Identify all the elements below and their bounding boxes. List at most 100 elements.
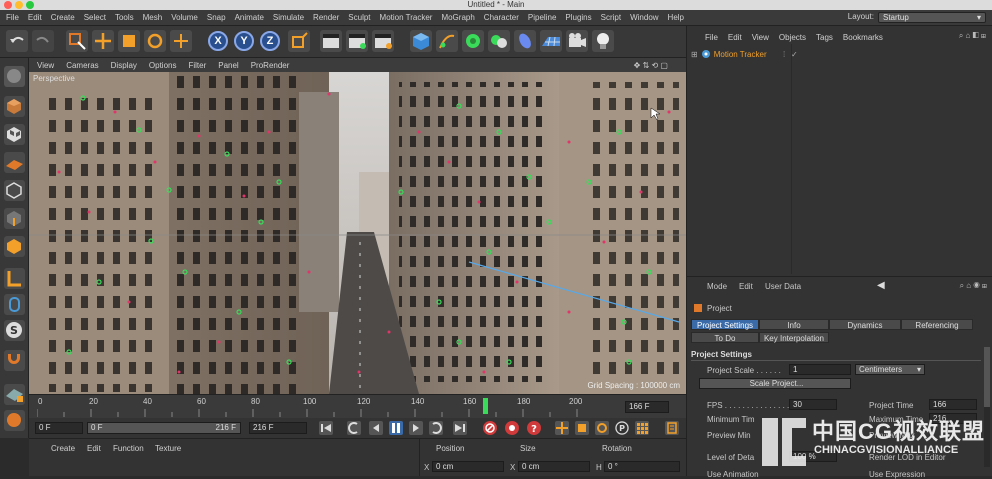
x-size-field[interactable]: 0 cm	[518, 461, 590, 472]
perspective-viewport[interactable]: Perspective Grid Spacing : 100000 cm	[29, 72, 686, 394]
texture-mode-button[interactable]	[4, 124, 25, 145]
edges-mode-button[interactable]	[4, 208, 25, 229]
menu-mograph[interactable]: MoGraph	[441, 13, 474, 22]
record-point-level-button[interactable]	[635, 421, 649, 435]
menu-sculpt[interactable]: Sculpt	[348, 13, 370, 22]
play-pause-button[interactable]	[389, 421, 403, 435]
previous-frame-button[interactable]	[369, 421, 383, 435]
attr-menu-edit[interactable]: Edit	[739, 282, 753, 291]
record-active-objects-button[interactable]	[483, 421, 497, 435]
menu-file[interactable]: File	[6, 13, 19, 22]
undo-button[interactable]	[6, 30, 28, 52]
material-menu-function[interactable]: Function	[113, 444, 144, 453]
menu-select[interactable]: Select	[84, 13, 106, 22]
x-axis-lock-button[interactable]: X	[208, 31, 228, 51]
lock-workplane-button[interactable]	[4, 384, 25, 405]
current-frame-field[interactable]: 166 F	[625, 401, 669, 413]
previous-key-button[interactable]	[347, 421, 361, 435]
objects-menu-edit[interactable]: Edit	[728, 33, 742, 42]
tab-to-do[interactable]: To Do	[691, 332, 759, 343]
recent-tool-button[interactable]	[170, 30, 192, 52]
menu-tools[interactable]: Tools	[115, 13, 134, 22]
material-menu-create[interactable]: Create	[51, 444, 75, 453]
rotate-tool-button[interactable]	[144, 30, 166, 52]
object-row-motion-tracker[interactable]: ⊞ Motion Tracker ⁞ ✓	[691, 48, 989, 60]
project-scale-unit-dropdown[interactable]: Centimeters ▾	[855, 364, 925, 375]
make-editable-button[interactable]	[4, 66, 25, 87]
preview-range-slider[interactable]: 0 F 216 F	[87, 422, 241, 434]
render-view-button[interactable]	[320, 30, 342, 52]
tab-dynamics[interactable]: Dynamics	[829, 319, 901, 330]
solo-magnet-button[interactable]	[4, 350, 25, 371]
end-frame-field[interactable]: 216 F	[249, 422, 307, 434]
record-rotation-button[interactable]	[595, 421, 609, 435]
array-button[interactable]	[488, 30, 510, 52]
floor-button[interactable]	[540, 30, 562, 52]
start-frame-field[interactable]: 0 F	[35, 422, 83, 434]
go-to-end-button[interactable]	[453, 421, 467, 435]
objects-menu-view[interactable]: View	[752, 33, 769, 42]
menu-animate[interactable]: Animate	[235, 13, 264, 22]
y-axis-lock-button[interactable]: Y	[234, 31, 254, 51]
coordinate-system-button[interactable]	[288, 30, 310, 52]
autokeying-button[interactable]	[505, 421, 519, 435]
menu-simulate[interactable]: Simulate	[273, 13, 304, 22]
camera-button[interactable]	[566, 30, 588, 52]
tweak-mode-button[interactable]	[4, 294, 25, 315]
next-frame-button[interactable]	[409, 421, 423, 435]
record-scale-button[interactable]	[575, 421, 589, 435]
scale-tool-button[interactable]	[118, 30, 140, 52]
viewport-menu-cameras[interactable]: Cameras	[66, 61, 98, 70]
material-menu-texture[interactable]: Texture	[155, 444, 181, 453]
minimize-window-icon[interactable]	[15, 1, 23, 9]
tab-info[interactable]: Info	[759, 319, 829, 330]
menu-window[interactable]: Window	[630, 13, 658, 22]
polygons-mode-button[interactable]	[4, 236, 25, 257]
tab-project-settings[interactable]: Project Settings	[691, 319, 759, 330]
objects-menu-objects[interactable]: Objects	[779, 33, 806, 42]
back-arrow-icon[interactable]: ◀	[877, 280, 885, 291]
menu-plugins[interactable]: Plugins	[565, 13, 591, 22]
x-position-field[interactable]: 0 cm	[432, 461, 504, 472]
viewport-menu-display[interactable]: Display	[111, 61, 137, 70]
viewport-nav-icons[interactable]: ✥ ⇅ ⟲ ▢	[634, 61, 668, 70]
objects-menu-tags[interactable]: Tags	[816, 33, 833, 42]
project-scale-field[interactable]: 1	[789, 364, 851, 375]
menu-help[interactable]: Help	[668, 13, 684, 22]
cube-object-button[interactable]	[410, 30, 432, 52]
material-menu-edit[interactable]: Edit	[87, 444, 101, 453]
menu-snap[interactable]: Snap	[207, 13, 226, 22]
subdivision-surface-button[interactable]	[462, 30, 484, 52]
tab-key-interpolation[interactable]: Key Interpolation	[759, 332, 829, 343]
redo-button[interactable]	[32, 30, 54, 52]
workplane-mode-button[interactable]	[4, 152, 25, 173]
menu-character[interactable]: Character	[484, 13, 519, 22]
layout-dropdown[interactable]: Startup ▾	[878, 12, 986, 23]
points-mode-button[interactable]	[4, 180, 25, 201]
fps-field[interactable]: 30	[789, 399, 837, 410]
menu-create[interactable]: Create	[51, 13, 75, 22]
model-mode-button[interactable]	[4, 96, 25, 117]
bend-deformer-button[interactable]	[514, 30, 536, 52]
menu-pipeline[interactable]: Pipeline	[528, 13, 556, 22]
viewport-menu-filter[interactable]: Filter	[188, 61, 206, 70]
expand-icon[interactable]: ⊞	[691, 50, 698, 59]
menu-script[interactable]: Script	[601, 13, 621, 22]
check-icon[interactable]: ✓	[791, 50, 798, 59]
snapping-button[interactable]: S	[4, 320, 25, 341]
render-picture-viewer-button[interactable]	[346, 30, 368, 52]
record-parameter-button[interactable]: P	[615, 421, 629, 435]
attr-tool-icons[interactable]: ⌕ ⌂ ◉ ⊞	[960, 281, 987, 291]
timeline-ruler[interactable]: 0 20 40 60 80 100 120 140 160 180 200 16…	[29, 394, 686, 418]
scrollbar-thumb[interactable]	[984, 347, 990, 407]
keyframe-selection-button[interactable]: ?	[527, 421, 541, 435]
timeline-window-button[interactable]	[665, 421, 679, 435]
light-button[interactable]	[592, 30, 614, 52]
menu-mesh[interactable]: Mesh	[143, 13, 163, 22]
viewport-menu-options[interactable]: Options	[149, 61, 177, 70]
menu-render[interactable]: Render	[313, 13, 339, 22]
sculpt-mode-button[interactable]	[4, 410, 25, 431]
attr-menu-mode[interactable]: Mode	[707, 282, 727, 291]
viewport-menu-prorender[interactable]: ProRender	[251, 61, 290, 70]
scale-project-button[interactable]: Scale Project...	[699, 378, 851, 389]
